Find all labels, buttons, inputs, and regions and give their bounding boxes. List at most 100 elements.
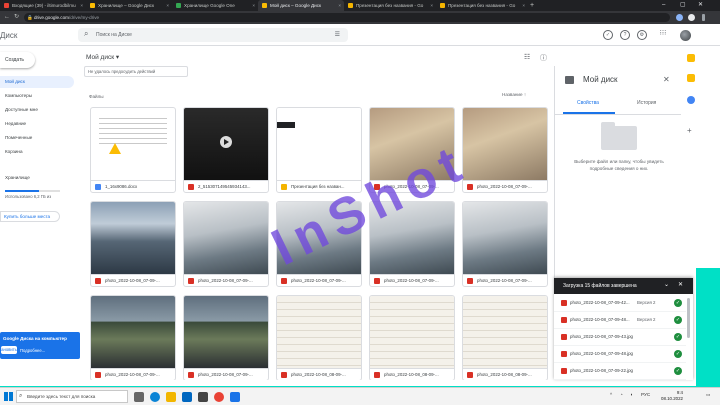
close-icon[interactable]: ✕: [663, 75, 670, 84]
avatar[interactable]: [680, 30, 691, 41]
settings-icon[interactable]: ⚙: [637, 30, 647, 40]
wifi-icon[interactable]: ◔: [620, 392, 623, 397]
sidebar-item-shared[interactable]: Доступные мне: [0, 104, 74, 116]
offline-status-icon[interactable]: ✓: [603, 30, 613, 40]
list-view-icon[interactable]: ☷: [524, 53, 530, 61]
file-card[interactable]: photo_2022-10-08_07-09-...: [276, 201, 362, 287]
upload-row[interactable]: photo_2022-10-08_07-09-42... Версия 2 ✓: [554, 295, 686, 312]
help-icon[interactable]: ?: [620, 30, 630, 40]
file-card[interactable]: photo_2022-10-08_07-09-...: [369, 107, 455, 193]
file-card[interactable]: photo_2022-10-08_07-09-...: [183, 201, 269, 287]
tab-history[interactable]: История: [637, 100, 656, 106]
search-bar[interactable]: ⌕ Поиск на Диске ☰: [78, 28, 348, 42]
address-bar: ← ↻ 🔒 drive.google.com/drive/my-drive: [0, 11, 720, 24]
keep-icon[interactable]: [687, 74, 695, 82]
close-tab-icon[interactable]: ×: [522, 0, 525, 11]
sort-button[interactable]: Название ↑: [502, 92, 526, 97]
calendar-icon[interactable]: [687, 54, 695, 62]
file-card[interactable]: photo_2022-10-08_07-09-...: [462, 107, 548, 193]
upload-row[interactable]: photo_2022-10-08_07-09-43.jpg ✓: [554, 329, 686, 346]
file-card[interactable]: photo_2022-10-08_07-09-...: [462, 201, 548, 287]
file-card[interactable]: photo_2022-10-08_07-09-...: [90, 201, 176, 287]
tray-chevron-icon[interactable]: ^: [610, 392, 612, 397]
close-icon[interactable]: ✕: [678, 281, 683, 288]
apps-grid-icon[interactable]: ⁝⁝⁝: [658, 30, 668, 40]
sidebar-item-computers[interactable]: Компьютеры: [0, 90, 74, 102]
store-icon[interactable]: [182, 392, 192, 402]
extension-icon[interactable]: [676, 14, 683, 21]
sidebar-item-my-drive[interactable]: Мой диск: [0, 76, 74, 88]
file-card[interactable]: photo_2022-10-08_08-09-...: [462, 295, 548, 380]
upload-row[interactable]: photo_2022-10-08_07-09-48... Версия 2 ✓: [554, 312, 686, 329]
maximize-icon[interactable]: ▢: [680, 0, 686, 11]
file-card[interactable]: photo_2022-10-08_08-09-...: [276, 295, 362, 380]
upload-file-name: photo_2022-10-08_07-09-43.jpg: [570, 334, 633, 339]
browser-tab-slides-2[interactable]: Презентация без названия - Go ×: [436, 0, 528, 11]
storage-meter-fill: [5, 190, 40, 192]
close-tab-icon[interactable]: ×: [166, 0, 169, 11]
tasks-icon[interactable]: [687, 96, 695, 104]
breadcrumb[interactable]: Мой диск ▾: [86, 53, 119, 61]
taskbar-clock[interactable]: 9:4 08.10.2022: [661, 390, 683, 402]
edge-icon[interactable]: [150, 392, 160, 402]
browser-tab-gmail[interactable]: Входящие (39) - iltimurodbilmu ×: [0, 0, 86, 11]
volume-icon[interactable]: ◖: [630, 392, 633, 397]
taskbar-search-input[interactable]: Введите здесь текст для поиска: [16, 390, 128, 403]
file-card[interactable]: photo_2022-10-08_07-09-...: [369, 201, 455, 287]
taskbar-app-icon[interactable]: [230, 392, 240, 402]
close-tab-icon[interactable]: ×: [80, 0, 83, 11]
browser-tab-google-one[interactable]: Хранилище Google One ×: [172, 0, 258, 11]
browser-tab-my-drive[interactable]: Мой диск – Google Диск ×: [258, 0, 344, 11]
upload-version-note: Версия 2: [637, 317, 656, 322]
close-window-icon[interactable]: ✕: [698, 0, 703, 11]
scrollbar[interactable]: [687, 298, 690, 338]
learn-more-link[interactable]: Подробнее...: [20, 348, 45, 353]
file-card[interactable]: photo_2022-10-08_08-09-...: [369, 295, 455, 380]
search-options-icon[interactable]: ☰: [335, 31, 340, 38]
install-button[interactable]: ановить: [1, 346, 17, 354]
info-icon[interactable]: ⓘ: [540, 53, 547, 63]
file-explorer-icon[interactable]: [166, 392, 176, 402]
file-card[interactable]: photo_2022-10-08_07-09-...: [183, 295, 269, 380]
new-tab-icon[interactable]: +: [530, 0, 534, 11]
search-icon[interactable]: ⌕: [84, 29, 88, 39]
browser-tab-storage[interactable]: Хранилище – Google Диск ×: [86, 0, 172, 11]
sidebar-item-storage[interactable]: Хранилище: [0, 172, 74, 184]
close-tab-icon[interactable]: ×: [430, 0, 433, 11]
menu-dots-icon[interactable]: [702, 14, 705, 21]
profile-icon[interactable]: [688, 14, 695, 21]
sidebar-item-starred[interactable]: Помеченные: [0, 132, 74, 144]
close-tab-icon[interactable]: ×: [338, 0, 341, 11]
reload-icon[interactable]: ↻: [14, 13, 19, 22]
keyboard-language[interactable]: РУС: [641, 392, 650, 397]
task-view-icon[interactable]: [134, 392, 144, 402]
file-card[interactable]: Презентация без назван...: [276, 107, 362, 193]
close-tab-icon[interactable]: ×: [252, 0, 255, 11]
upload-row[interactable]: photo_2022-10-08_07-09-48.jpg ✓: [554, 346, 686, 363]
play-icon[interactable]: [220, 136, 232, 148]
windows-start-icon[interactable]: [4, 392, 13, 401]
sidebar-item-recent[interactable]: Недавние: [0, 118, 74, 130]
chrome-icon[interactable]: [214, 392, 224, 402]
url-field[interactable]: 🔒 drive.google.com/drive/my-drive: [24, 13, 670, 22]
mail-icon[interactable]: [198, 392, 208, 402]
notifications-icon[interactable]: ▭: [706, 392, 710, 398]
upload-file-name: photo_2022-10-08_07-09-48.jpg: [570, 351, 633, 356]
file-card[interactable]: photo_2022-10-08_07-09-...: [90, 295, 176, 380]
buy-storage-button[interactable]: Купить больше места: [0, 211, 60, 222]
create-button[interactable]: Создать: [0, 52, 35, 68]
browser-tab-slides-1[interactable]: Презентация без названия - Go ×: [344, 0, 436, 11]
minimize-icon[interactable]: –: [662, 0, 665, 11]
search-input[interactable]: Поиск на Диске: [96, 32, 132, 38]
upload-file-name: photo_2022-10-08_07-09-42...: [570, 300, 630, 305]
file-card[interactable]: 2_515307149545934143...: [183, 107, 269, 193]
back-icon[interactable]: ←: [4, 13, 10, 22]
file-name-text: photo_2022-10-08_08-09-...: [384, 372, 439, 377]
add-addon-icon[interactable]: +: [687, 126, 692, 135]
drive-logo[interactable]: Диск: [0, 31, 17, 40]
file-card[interactable]: 1_16x9086.docx: [90, 107, 176, 193]
tab-properties[interactable]: Свойства: [577, 100, 599, 106]
upload-row[interactable]: photo_2022-10-08_07-09-22.jpg ✓: [554, 363, 686, 380]
sidebar-item-trash[interactable]: Корзина: [0, 146, 74, 158]
collapse-icon[interactable]: ⌄: [664, 281, 669, 288]
